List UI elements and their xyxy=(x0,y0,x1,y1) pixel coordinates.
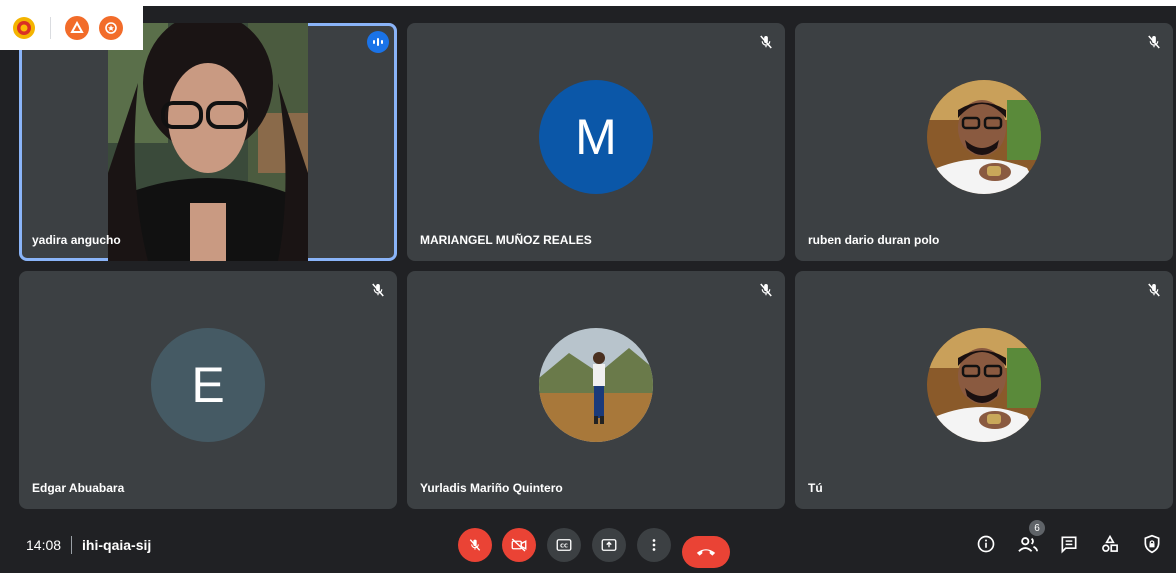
bottom-control-bar: 14:08 ihi-qaia-sij CC 6 xyxy=(0,520,1176,573)
participant-tile[interactable]: M MARIANGEL MUÑOZ REALES xyxy=(407,23,785,261)
participant-avatar: M xyxy=(539,80,653,194)
camera-toggle-button[interactable] xyxy=(502,528,536,562)
meeting-time: 14:08 xyxy=(26,537,62,553)
extension-star-icon[interactable] xyxy=(99,16,123,40)
participant-name: MARIANGEL MUÑOZ REALES xyxy=(420,233,592,247)
chat-button[interactable] xyxy=(1057,532,1081,556)
meeting-info-separator xyxy=(71,536,73,554)
extension-triangle-icon[interactable] xyxy=(65,16,89,40)
participant-name: Tú xyxy=(808,481,823,495)
captions-button[interactable]: CC xyxy=(547,528,581,562)
mic-muted-icon xyxy=(372,283,384,297)
meeting-code[interactable]: ihi-qaia-sij xyxy=(82,537,151,553)
participant-tile[interactable]: Yurladis Mariño Quintero xyxy=(407,271,785,509)
chat-icon xyxy=(1061,536,1077,554)
participant-name: yadira angucho xyxy=(32,233,121,247)
mic-muted-icon xyxy=(760,283,772,297)
participant-tile[interactable]: yadira angucho xyxy=(19,23,397,261)
more-options-icon xyxy=(652,539,656,551)
mic-toggle-button[interactable] xyxy=(458,528,492,562)
participant-video xyxy=(108,23,308,261)
avatar-initial: M xyxy=(575,109,617,165)
people-icon xyxy=(1018,537,1038,552)
captions-icon: CC xyxy=(556,539,572,551)
participant-tile[interactable]: E Edgar Abuabara xyxy=(19,271,397,509)
hangup-icon xyxy=(696,549,716,556)
extension-bar xyxy=(0,6,143,50)
meeting-details-button[interactable] xyxy=(974,532,998,556)
participant-avatar-photo xyxy=(927,328,1041,442)
top-strip xyxy=(0,0,1176,6)
mic-muted-icon xyxy=(1148,35,1160,49)
participant-tile[interactable]: ruben dario duran polo xyxy=(795,23,1173,261)
participant-name: ruben dario duran polo xyxy=(808,233,940,247)
present-screen-button[interactable] xyxy=(592,528,626,562)
activities-button[interactable] xyxy=(1098,532,1122,556)
extension-separator xyxy=(50,17,51,39)
participant-grid: yadira angucho M MARIANGEL MUÑOZ REALES xyxy=(19,23,1173,509)
svg-text:CC: CC xyxy=(560,544,568,550)
participant-tile-self[interactable]: Tú xyxy=(795,271,1173,509)
host-controls-icon xyxy=(1144,534,1160,554)
extension-badge-icon[interactable] xyxy=(12,16,36,40)
hangup-button[interactable] xyxy=(682,536,730,568)
more-options-button[interactable] xyxy=(637,528,671,562)
meeting-info: 14:08 ihi-qaia-sij xyxy=(26,536,151,554)
participant-count-badge: 6 xyxy=(1029,520,1045,536)
present-screen-icon xyxy=(601,539,617,551)
mic-muted-icon xyxy=(1148,283,1160,297)
avatar-initial: E xyxy=(191,357,225,413)
participant-avatar-photo xyxy=(927,80,1041,194)
mic-muted-icon xyxy=(760,35,772,49)
participant-avatar-photo xyxy=(539,328,653,442)
activities-icon xyxy=(1102,534,1118,552)
participant-name: Edgar Abuabara xyxy=(32,481,125,495)
participant-avatar: E xyxy=(151,328,265,442)
participant-name: Yurladis Mariño Quintero xyxy=(420,481,563,495)
mic-off-icon xyxy=(469,539,481,551)
info-icon xyxy=(977,535,995,553)
speaking-indicator-icon xyxy=(367,31,389,53)
host-controls-button[interactable] xyxy=(1140,532,1164,556)
camera-off-icon xyxy=(511,538,527,552)
